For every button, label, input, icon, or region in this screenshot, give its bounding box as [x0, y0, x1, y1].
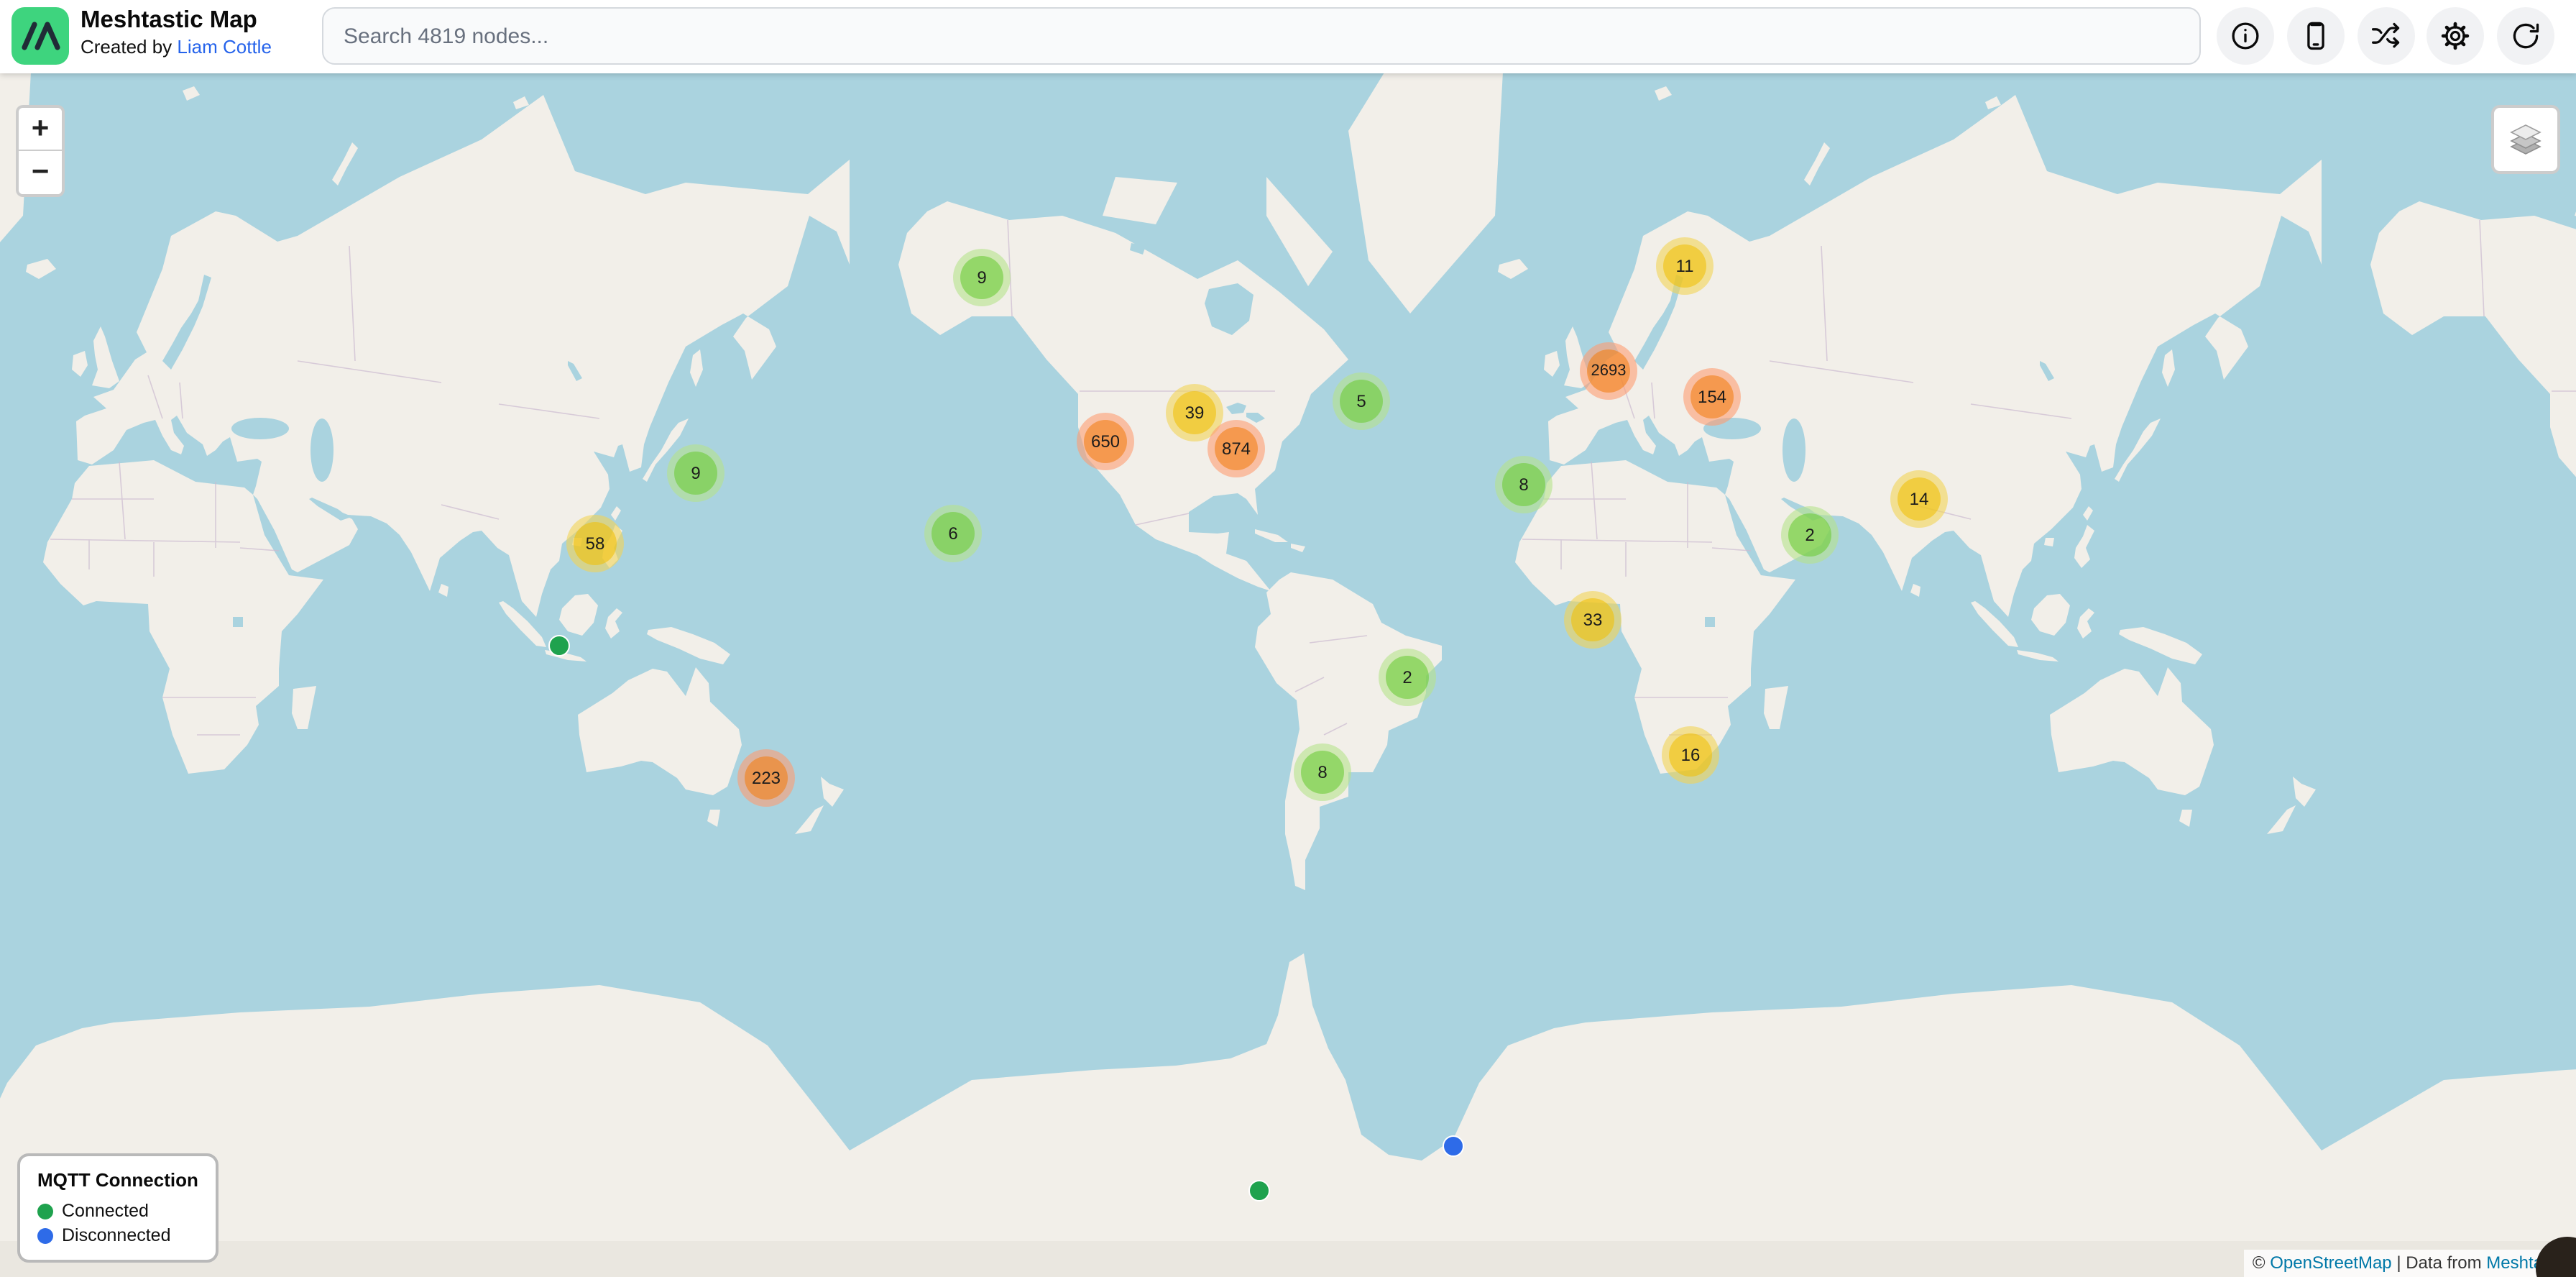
node-cluster-marker[interactable]: 5: [1333, 372, 1390, 430]
meshtastic-map-app: Meshtastic Map Created by Liam Cottle: [0, 0, 2576, 1277]
node-cluster-marker[interactable]: 9: [953, 249, 1011, 306]
cluster-count-label: 650: [1091, 431, 1120, 452]
cluster-inner-circle: 2: [1386, 656, 1429, 699]
cluster-count-label: 58: [586, 534, 605, 554]
cluster-count-label: 9: [691, 463, 700, 483]
cluster-count-label: 8: [1317, 762, 1327, 782]
subtitle-prefix: Created by: [80, 36, 177, 58]
legend-item-label: Disconnected: [62, 1225, 171, 1245]
layers-control[interactable]: [2491, 105, 2560, 174]
page-title: Meshtastic Map: [80, 7, 272, 35]
cluster-count-label: 8: [1519, 475, 1528, 495]
cluster-inner-circle: 58: [574, 522, 617, 565]
node-cluster-marker[interactable]: 58: [566, 515, 624, 572]
node-cluster-marker[interactable]: 33: [1564, 591, 1622, 649]
cluster-count-label: 154: [1698, 387, 1726, 407]
brand-block: Meshtastic Map Created by Liam Cottle: [80, 7, 272, 59]
legend-item-label: Connected: [62, 1201, 149, 1221]
node-cluster-marker[interactable]: 9: [667, 444, 724, 502]
cluster-count-label: 14: [1910, 489, 1929, 509]
attribution-copyright: ©: [2253, 1253, 2270, 1273]
cluster-count-label: 33: [1583, 610, 1603, 630]
node-cluster-marker[interactable]: 650: [1077, 413, 1134, 470]
meshtastic-logo-icon: [12, 7, 69, 65]
cluster-count-label: 2: [1805, 525, 1814, 545]
node-cluster-marker[interactable]: 874: [1208, 420, 1265, 477]
cluster-inner-circle: 9: [674, 452, 717, 495]
cluster-inner-circle: 874: [1215, 427, 1258, 470]
node-cluster-marker[interactable]: 223: [737, 749, 795, 807]
cluster-count-label: 223: [752, 768, 781, 788]
node-cluster-marker[interactable]: 8: [1495, 456, 1552, 513]
cluster-inner-circle: 11: [1663, 244, 1706, 288]
node-cluster-marker[interactable]: 16: [1662, 726, 1719, 784]
legend-title: MQTT Connection: [37, 1169, 198, 1191]
zoom-out-button[interactable]: −: [19, 151, 62, 194]
legend-item-disconnected: Disconnected: [37, 1225, 198, 1245]
map-attribution: © OpenStreetMap | Data from Meshtastic: [2244, 1250, 2576, 1277]
osm-link[interactable]: OpenStreetMap: [2270, 1253, 2391, 1273]
node-cluster-marker[interactable]: 8: [1294, 743, 1351, 801]
random-node-button[interactable]: [2358, 7, 2415, 65]
node-cluster-marker[interactable]: 2693: [1580, 342, 1637, 400]
refresh-icon: [2510, 20, 2542, 52]
header-bar: Meshtastic Map Created by Liam Cottle: [0, 0, 2576, 73]
node-cluster-marker[interactable]: 14: [1890, 470, 1948, 528]
map-tiles: [0, 73, 2576, 1277]
cluster-inner-circle: 8: [1301, 751, 1344, 794]
node-marker-disconnected[interactable]: [1443, 1135, 1464, 1157]
cluster-count-label: 16: [1681, 745, 1701, 765]
mobile-app-button[interactable]: [2287, 7, 2345, 65]
node-cluster-marker[interactable]: 2: [1781, 506, 1839, 564]
cluster-inner-circle: 2: [1788, 513, 1831, 557]
cluster-inner-circle: 33: [1571, 598, 1614, 641]
cluster-count-label: 11: [1676, 256, 1694, 276]
meshtastic-logo[interactable]: [12, 7, 69, 65]
cluster-count-label: 2693: [1591, 362, 1627, 380]
cluster-count-label: 874: [1222, 439, 1251, 459]
node-cluster-marker[interactable]: 6: [924, 505, 982, 562]
info-button[interactable]: [2217, 7, 2274, 65]
node-marker-connected[interactable]: [1248, 1180, 1270, 1202]
world-map[interactable]: 9 11 2693 154 39 5 650 874 8 14 9 2 58 6 33 2 8 16 223 + −…: [0, 73, 2576, 1277]
node-cluster-marker[interactable]: 154: [1683, 368, 1741, 426]
mqtt-legend: MQTT Connection Connected Disconnected: [17, 1153, 218, 1263]
cluster-inner-circle: 8: [1502, 463, 1545, 506]
legend-item-connected: Connected: [37, 1201, 198, 1221]
refresh-button[interactable]: [2497, 7, 2554, 65]
node-cluster-marker[interactable]: 11: [1656, 237, 1714, 295]
cluster-inner-circle: 154: [1690, 375, 1734, 418]
connected-dot-icon: [37, 1203, 53, 1219]
cluster-inner-circle: 39: [1173, 391, 1216, 434]
disconnected-dot-icon: [37, 1227, 53, 1243]
cluster-inner-circle: 650: [1084, 420, 1127, 463]
page-subtitle: Created by Liam Cottle: [80, 37, 272, 59]
info-icon: [2230, 20, 2261, 52]
cluster-inner-circle: 9: [960, 256, 1003, 299]
settings-button[interactable]: [2426, 7, 2484, 65]
cluster-inner-circle: 6: [932, 512, 975, 555]
zoom-control: + −: [16, 105, 65, 197]
search-input[interactable]: [322, 7, 2201, 65]
shuffle-icon: [2370, 20, 2402, 52]
cluster-inner-circle: 14: [1898, 477, 1941, 521]
cluster-inner-circle: 2693: [1587, 349, 1630, 393]
attribution-separator: | Data from: [2392, 1253, 2487, 1273]
cluster-count-label: 39: [1185, 403, 1205, 423]
cluster-inner-circle: 223: [745, 756, 788, 800]
author-link[interactable]: Liam Cottle: [177, 36, 272, 58]
cluster-count-label: 6: [948, 523, 957, 544]
cluster-inner-circle: 16: [1669, 733, 1712, 777]
cluster-count-label: 2: [1402, 667, 1412, 687]
node-marker-connected[interactable]: [548, 635, 570, 656]
cluster-inner-circle: 5: [1340, 380, 1383, 423]
smartphone-icon: [2300, 20, 2332, 52]
cluster-count-label: 9: [977, 267, 986, 288]
cluster-count-label: 5: [1356, 391, 1366, 411]
zoom-in-button[interactable]: +: [19, 108, 62, 151]
layers-icon: [2506, 119, 2546, 160]
gear-icon: [2439, 20, 2471, 52]
node-cluster-marker[interactable]: 2: [1379, 649, 1436, 706]
